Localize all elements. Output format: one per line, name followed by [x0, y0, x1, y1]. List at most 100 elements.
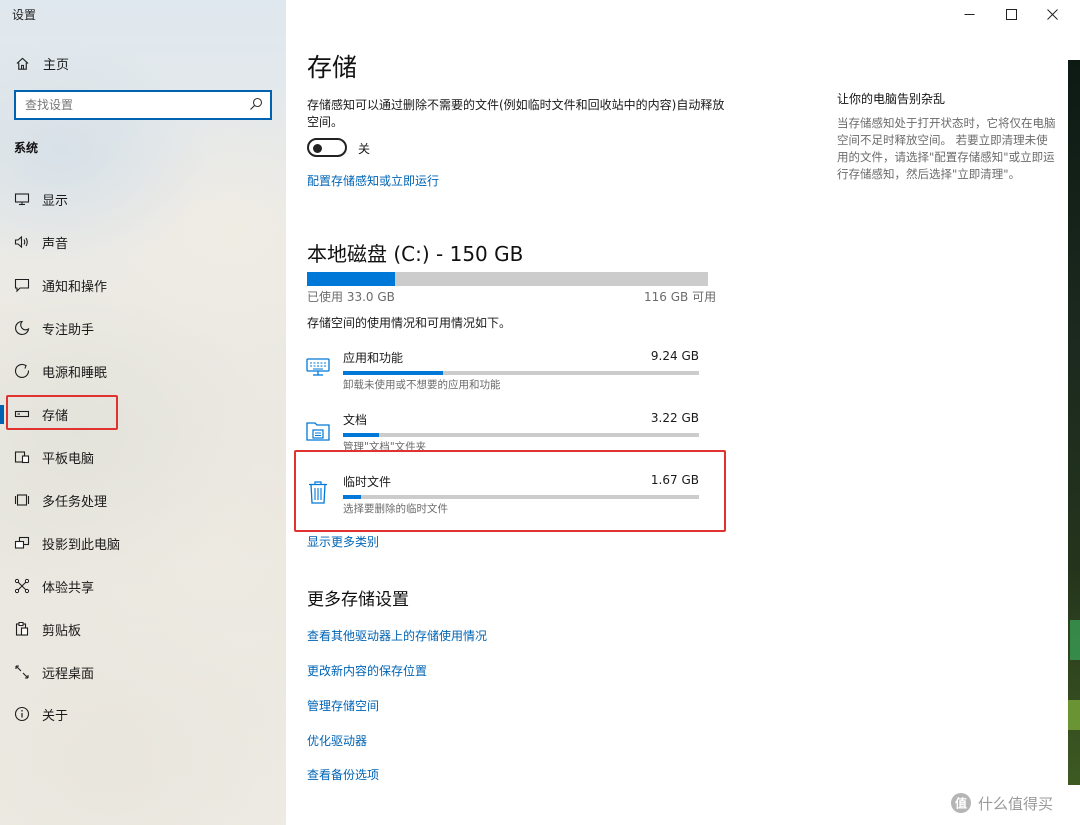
manage-storage-spaces-link[interactable]: 管理存储空间: [307, 697, 379, 714]
sidebar-item-multitasking[interactable]: 多任务处理: [0, 480, 286, 520]
storage-sense-toggle[interactable]: [307, 138, 347, 157]
usage-description: 存储空间的使用情况和可用情况如下。: [307, 316, 512, 330]
show-more-categories-link[interactable]: 显示更多类别: [307, 533, 379, 550]
minimize-button[interactable]: [947, 0, 991, 28]
display-icon: [12, 189, 32, 209]
sidebar-item-label: 主页: [43, 57, 70, 73]
section-label: 系统: [14, 141, 39, 155]
sidebar: 设置 主页 系统 显示 声音 通知和操作 专注助手: [0, 0, 286, 825]
sidebar-item-projecting[interactable]: 投影到此电脑: [0, 523, 286, 563]
background-window-edge: [1066, 0, 1080, 825]
window-title: 设置: [12, 8, 37, 22]
smzdm-logo-icon: 值: [951, 793, 971, 813]
category-description: 卸载未使用或不想要的应用和功能: [343, 379, 501, 391]
trash-icon: [309, 481, 327, 504]
configure-storage-sense-link[interactable]: 配置存储感知或立即运行: [307, 172, 439, 189]
category-usage-fill: [343, 495, 361, 499]
sidebar-item-remote-desktop[interactable]: 远程桌面: [0, 652, 286, 692]
category-documents[interactable]: 文档 3.22 GB 管理"文档"文件夹: [303, 411, 703, 463]
sidebar-item-label: 声音: [42, 236, 69, 252]
more-settings-title: 更多存储设置: [307, 590, 409, 610]
sidebar-item-label: 平板电脑: [42, 451, 95, 467]
page-title: 存储: [307, 53, 358, 82]
info-icon: [12, 704, 32, 724]
sidebar-item-label: 远程桌面: [42, 666, 95, 682]
category-usage-bar: [343, 433, 699, 437]
side-panel-title: 让你的电脑告别杂乱: [837, 92, 946, 106]
close-icon: [1046, 8, 1058, 20]
disk-usage-bar: [307, 272, 708, 286]
watermark-text: 什么值得买: [978, 794, 1054, 813]
sidebar-item-power[interactable]: 电源和睡眠: [0, 351, 286, 391]
category-usage-fill: [343, 371, 443, 375]
category-description: 选择要删除的临时文件: [343, 503, 448, 515]
documents-folder-icon: [306, 422, 330, 441]
shared-experiences-icon: [12, 576, 32, 596]
power-icon: [12, 361, 32, 381]
disk-free-label: 116 GB 可用: [644, 290, 717, 304]
category-temp-files[interactable]: 临时文件 1.67 GB 选择要删除的临时文件: [303, 473, 703, 525]
projecting-icon: [12, 533, 32, 553]
category-name: 临时文件: [343, 475, 392, 489]
svg-text:值: 值: [955, 796, 967, 811]
sidebar-item-label: 关于: [42, 708, 69, 724]
disk-usage-fill: [307, 272, 396, 286]
sidebar-item-about[interactable]: 关于: [0, 694, 286, 734]
focus-assist-icon: [12, 318, 32, 338]
sidebar-item-label: 显示: [42, 193, 69, 209]
notification-icon: [12, 275, 32, 295]
sidebar-item-notifications[interactable]: 通知和操作: [0, 265, 286, 305]
side-panel-text: 当存储感知处于打开状态时，它将仅在电脑空间不足时释放空间。 若要立即清理未使用的…: [837, 116, 1056, 181]
category-name: 文档: [343, 413, 368, 427]
search-icon[interactable]: [249, 97, 263, 111]
toggle-state-label: 关: [358, 142, 371, 156]
sidebar-item-label: 体验共享: [42, 580, 95, 596]
category-size: 9.24 GB: [650, 349, 699, 363]
sound-icon: [12, 232, 32, 252]
apps-icon: [306, 358, 330, 376]
category-description: 管理"文档"文件夹: [343, 441, 427, 453]
category-usage-bar: [343, 371, 699, 375]
search-input[interactable]: [25, 98, 245, 112]
category-size: 3.22 GB: [650, 411, 699, 425]
maximize-button[interactable]: [989, 0, 1033, 28]
category-usage-bar: [343, 495, 699, 499]
sidebar-item-focus-assist[interactable]: 专注助手: [0, 308, 286, 348]
change-save-location-link[interactable]: 更改新内容的保存位置: [307, 662, 427, 679]
sidebar-item-home[interactable]: 主页: [0, 43, 286, 83]
disk-used-label: 已使用 33.0 GB: [307, 290, 395, 304]
storage-icon: [12, 404, 32, 424]
sidebar-item-sound[interactable]: 声音: [0, 222, 286, 262]
category-size: 1.67 GB: [650, 473, 699, 487]
main-content: 存储 存储感知可以通过删除不需要的文件(例如临时文件和回收站中的内容)自动释放空…: [286, 0, 1080, 825]
sidebar-item-storage[interactable]: 存储: [0, 394, 286, 434]
home-icon: [12, 53, 32, 73]
storage-sense-description: 存储感知可以通过删除不需要的文件(例如临时文件和回收站中的内容)自动释放空间。: [307, 98, 725, 129]
disk-title: 本地磁盘 (C:) - 150 GB: [307, 242, 524, 266]
category-name: 应用和功能: [343, 351, 404, 365]
category-apps[interactable]: 应用和功能 9.24 GB 卸载未使用或不想要的应用和功能: [303, 349, 703, 401]
sidebar-item-tablet[interactable]: 平板电脑: [0, 437, 286, 477]
sidebar-item-display[interactable]: 显示: [0, 179, 286, 219]
view-other-drives-link[interactable]: 查看其他驱动器上的存储使用情况: [307, 627, 487, 644]
maximize-icon: [1005, 8, 1017, 20]
sidebar-item-label: 多任务处理: [42, 494, 108, 510]
category-usage-fill: [343, 433, 379, 437]
sidebar-item-label: 存储: [42, 408, 69, 424]
minimize-icon: [964, 13, 974, 15]
remote-desktop-icon: [12, 662, 32, 682]
sidebar-item-label: 投影到此电脑: [42, 537, 121, 553]
sidebar-item-clipboard[interactable]: 剪贴板: [0, 609, 286, 649]
sidebar-item-label: 通知和操作: [42, 279, 108, 295]
backup-options-link[interactable]: 查看备份选项: [307, 766, 379, 783]
sidebar-item-label: 电源和睡眠: [42, 365, 108, 381]
optimize-drives-link[interactable]: 优化驱动器: [307, 732, 367, 749]
search-box[interactable]: [14, 90, 272, 120]
multitasking-icon: [12, 490, 32, 510]
tablet-icon: [12, 447, 32, 467]
toggle-knob: [313, 143, 322, 153]
sidebar-item-shared-experiences[interactable]: 体验共享: [0, 566, 286, 606]
sidebar-item-label: 专注助手: [42, 322, 95, 338]
watermark: 值 什么值得买: [950, 790, 1053, 816]
clipboard-icon: [12, 619, 32, 639]
